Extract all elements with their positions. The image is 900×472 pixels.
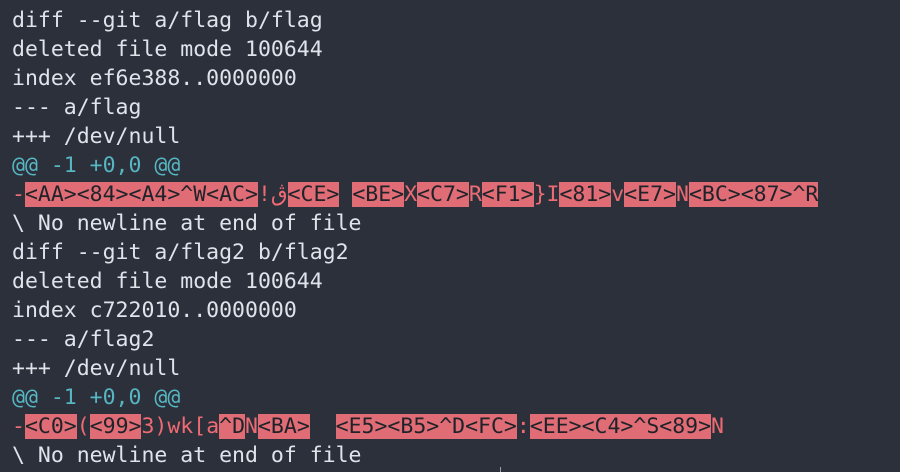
text-cursor-mark	[500, 467, 501, 472]
new-file-line: +++ /dev/null	[12, 124, 181, 149]
escaped-byte-highlight: <E5><B5>^D<FC>	[335, 414, 517, 439]
removed-text-segment	[310, 414, 336, 439]
removed-text-segment: v	[611, 182, 625, 207]
escaped-byte-highlight: <C7>	[417, 182, 469, 207]
escaped-byte-highlight: <BC><87>^R	[688, 182, 819, 207]
index-line: index ef6e388..0000000	[12, 66, 297, 91]
removed-text-segment	[339, 182, 352, 207]
removed-content-line: -<C0>(<99>3)wk[a^DN<BA> <E5><B5>^D<FC>:<…	[12, 412, 900, 441]
removed-text-segment: R	[468, 182, 482, 207]
removed-content-line: -<AA><84><A4>^W<AC>!ڨ<CE> <BE>X<C7>R<F1>…	[12, 180, 900, 209]
no-newline-line: \ No newline at end of file	[12, 443, 362, 468]
deleted-mode-line: deleted file mode 100644	[12, 269, 323, 294]
escaped-byte-highlight: <E7>	[624, 182, 676, 207]
removed-text-segment: 3)wk[a	[141, 414, 220, 439]
old-file-line: --- a/flag2	[12, 327, 155, 352]
removed-text-segment: -	[12, 414, 25, 439]
escaped-byte-highlight: <AA><84><A4>^W<AC>	[24, 182, 258, 207]
old-file-line: --- a/flag	[12, 95, 142, 120]
removed-text-segment: }I	[533, 182, 560, 207]
index-line: index c722010..0000000	[12, 298, 297, 323]
diff-header-line: diff --git a/flag b/flag	[12, 8, 323, 33]
removed-text-segment: N	[245, 414, 258, 439]
hunk-header-line: @@ -1 +0,0 @@	[12, 153, 181, 178]
escaped-byte-highlight: <EE><C4>^S<89>	[529, 414, 712, 439]
escaped-byte-highlight: <BE>	[352, 182, 405, 207]
no-newline-line: \ No newline at end of file	[12, 211, 362, 236]
deleted-mode-line: deleted file mode 100644	[12, 37, 323, 62]
hunk-header-line: @@ -1 +0,0 @@	[12, 385, 181, 410]
terminal-output[interactable]: diff --git a/flag b/flag deleted file mo…	[0, 0, 900, 472]
escaped-byte-highlight: <CE>	[287, 182, 340, 207]
escaped-byte-highlight: <99>	[89, 414, 142, 439]
new-file-line: +++ /dev/null	[12, 356, 181, 381]
removed-text-segment: -	[12, 182, 25, 207]
removed-text-segment: :	[516, 414, 530, 439]
removed-text-segment: X	[404, 182, 418, 207]
removed-text-segment: N	[675, 182, 689, 207]
removed-text-segment: N	[711, 414, 724, 439]
escaped-byte-highlight: <81>	[559, 182, 612, 207]
removed-text-segment: (	[76, 414, 90, 439]
escaped-byte-highlight: ^D	[219, 414, 246, 439]
escaped-byte-highlight: <C0>	[24, 414, 77, 439]
removed-text-segment: !ڨ	[257, 182, 288, 207]
escaped-byte-highlight: <F1>	[481, 182, 534, 207]
diff-header-line: diff --git a/flag2 b/flag2	[12, 240, 349, 265]
escaped-byte-highlight: <BA>	[257, 414, 310, 439]
